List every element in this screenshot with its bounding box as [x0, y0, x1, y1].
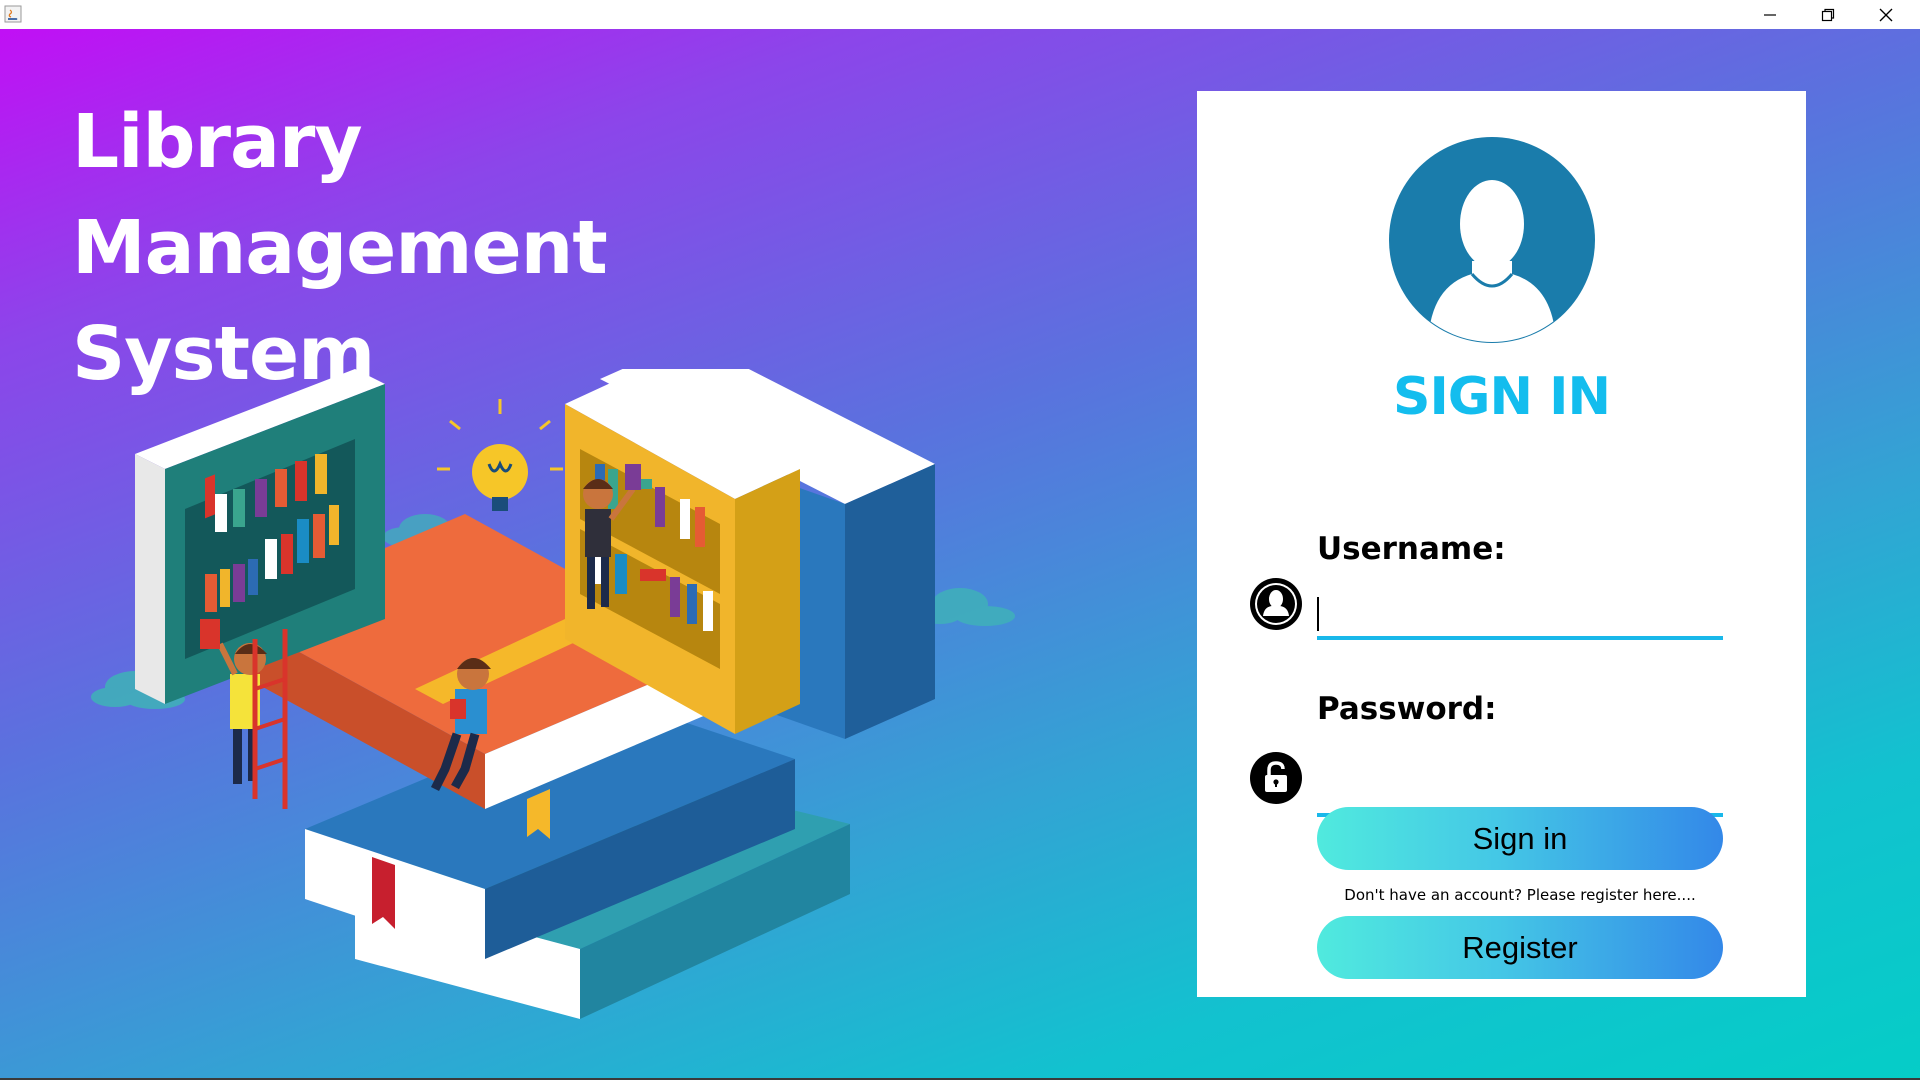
minimize-icon	[1764, 13, 1776, 16]
user-icon	[1250, 578, 1302, 630]
app-title: Library Management System	[72, 89, 872, 407]
main-background: Library Management System SIGN IN Userna…	[0, 29, 1920, 1078]
lock-icon	[1250, 752, 1302, 804]
minimize-button[interactable]	[1741, 0, 1799, 29]
username-input[interactable]	[1317, 592, 1723, 640]
close-button[interactable]	[1857, 0, 1915, 29]
library-illustration	[91, 369, 1015, 1019]
window-titlebar	[0, 0, 1920, 29]
restore-icon	[1821, 8, 1835, 21]
register-button[interactable]: Register	[1317, 916, 1723, 979]
close-icon	[1879, 8, 1893, 21]
app-title-line1: Library Management	[72, 99, 608, 291]
user-avatar-icon	[1389, 137, 1595, 343]
lightbulb-icon	[437, 399, 563, 511]
register-hint: Don't have an account? Please register h…	[1344, 886, 1696, 904]
restore-button[interactable]	[1799, 0, 1857, 29]
password-label: Password:	[1317, 691, 1497, 727]
signin-heading: SIGN IN	[1393, 367, 1611, 427]
username-label: Username:	[1317, 531, 1506, 567]
text-caret	[1317, 597, 1319, 631]
signin-card: SIGN IN Username: Password: Sign in Don'…	[1197, 91, 1806, 997]
signin-button[interactable]: Sign in	[1317, 807, 1723, 870]
java-app-icon	[4, 5, 22, 23]
